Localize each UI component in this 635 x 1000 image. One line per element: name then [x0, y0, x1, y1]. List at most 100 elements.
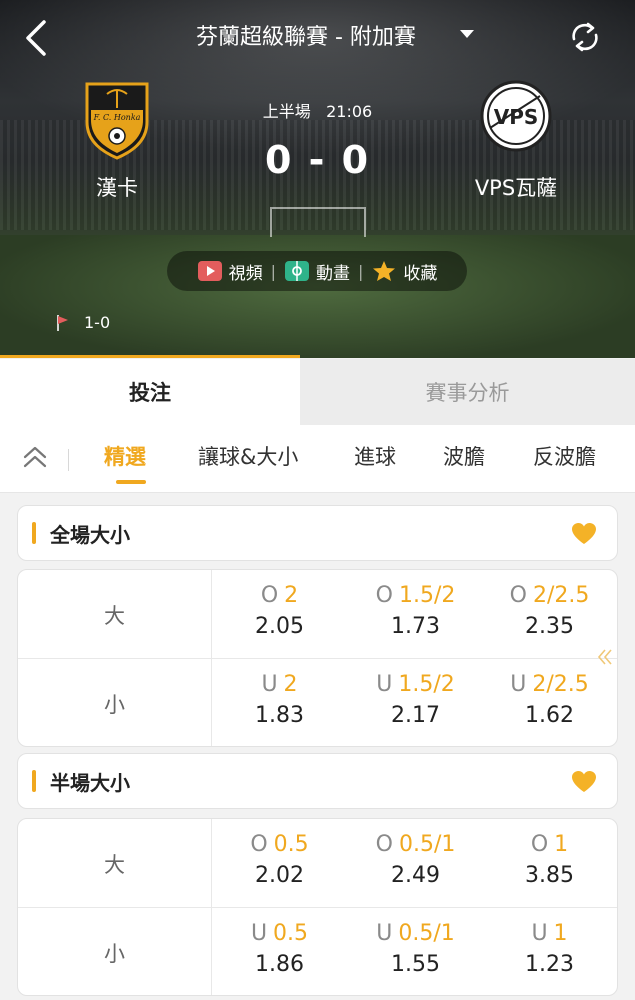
match-score: 0 - 0 — [264, 138, 371, 182]
back-button[interactable] — [20, 18, 54, 58]
favorite-button[interactable]: 收藏 — [363, 259, 445, 284]
section-header-halftime-totals[interactable]: 半場大小 — [17, 753, 618, 809]
tab-featured[interactable]: 精選 — [104, 441, 146, 471]
section-accent-bar — [32, 522, 36, 544]
animation-label: 動畫 — [316, 263, 350, 284]
odds-cell[interactable]: U 1.5/2 2.17 — [348, 669, 483, 731]
refresh-icon — [572, 22, 598, 52]
odds-line: 2/2.5 — [532, 672, 589, 697]
odds-row-under: 小 U2 1.83 U 1.5/2 2.17 U 2/2.5 1.62 — [18, 659, 617, 746]
active-tab-indicator — [0, 355, 300, 358]
home-crest-text: F. C. Honka — [93, 113, 141, 122]
odds-line: 2 — [283, 672, 298, 697]
match-actions-bar: 視頻 | 動畫 | 收藏 — [167, 251, 467, 291]
odds-cell[interactable]: U 0.5 1.86 — [212, 918, 347, 980]
chevron-left-icon — [26, 20, 46, 56]
home-team: F. C. Honka 漢卡 — [70, 78, 164, 202]
odds-side: U — [376, 672, 393, 697]
match-period: 上半場 — [262, 102, 311, 121]
main-tabs: 投注 賽事分析 — [0, 359, 635, 425]
odds-price: 1.83 — [255, 703, 304, 728]
home-team-crest: F. C. Honka — [85, 82, 149, 160]
away-crest-text: VPS — [494, 105, 539, 129]
tab-anti-correct-score[interactable]: 反波膽 — [533, 441, 596, 471]
row-label: 大 — [18, 819, 212, 908]
odds-side: O — [509, 583, 527, 608]
tab-betting[interactable]: 投注 — [0, 359, 300, 425]
row-label: 小 — [18, 659, 212, 746]
section-title: 全場大小 — [50, 522, 130, 547]
odds-line: 1 — [554, 832, 569, 857]
odds-side: O — [375, 583, 393, 608]
refresh-button[interactable] — [568, 20, 602, 54]
odds-price: 1.73 — [391, 614, 440, 639]
odds-cell[interactable]: O 1.5/2 1.73 — [348, 580, 483, 642]
odds-cell[interactable]: U1 1.23 — [482, 918, 617, 980]
odds-price: 2.05 — [255, 614, 304, 639]
league-title[interactable]: 芬蘭超級聯賽 - 附加賽 — [196, 20, 456, 56]
odds-price: 2.17 — [391, 703, 440, 728]
odds-row-over: 大 O2 2.05 O 1.5/2 1.73 O 2/2.5 2.35 — [18, 570, 617, 659]
corner-score: 1-0 — [84, 313, 111, 332]
star-icon — [373, 261, 396, 281]
corner-flag-icon — [57, 314, 68, 331]
market-tabs: 精選 讓球&大小 進球 波膽 反波膽 — [0, 425, 635, 493]
corner-count: 1-0 — [56, 313, 110, 332]
odds-table-fulltime-totals: 大 O2 2.05 O 1.5/2 1.73 O 2/2.5 2.35 小 U2 1… — [17, 569, 618, 747]
odds-cell[interactable]: U 2/2.5 1.62 — [482, 669, 617, 731]
video-button[interactable]: 視頻 — [189, 259, 271, 284]
match-status: 上半場 21:06 — [230, 98, 405, 122]
odds-cell[interactable]: O1 3.85 — [482, 829, 617, 891]
caret-down-icon[interactable] — [460, 30, 474, 38]
odds-cell[interactable]: U2 1.83 — [212, 669, 347, 731]
odds-side: U — [531, 921, 548, 946]
animation-button[interactable]: 動畫 — [276, 259, 358, 284]
section-title: 半場大小 — [50, 770, 130, 795]
tab-match-analysis[interactable]: 賽事分析 — [300, 359, 635, 425]
animation-icon — [285, 261, 309, 281]
odds-table-halftime-totals: 大 O 0.5 2.02 O 0.5/1 2.49 O1 3.85 小 U 0.5 1… — [17, 818, 618, 996]
match-clock: 21:06 — [326, 102, 373, 121]
odds-line: 1.5/2 — [398, 672, 455, 697]
odds-cell[interactable]: U 0.5/1 1.55 — [348, 918, 483, 980]
odds-line: 0.5 — [273, 921, 309, 946]
tab-goals[interactable]: 進球 — [354, 441, 396, 471]
odds-line: 0.5/1 — [398, 832, 456, 857]
collapse-button[interactable] — [22, 443, 48, 471]
heart-icon[interactable] — [571, 770, 597, 794]
away-team-name: VPS瓦薩 — [474, 176, 558, 200]
odds-cell[interactable]: O 2/2.5 2.35 — [482, 580, 617, 642]
tab-handicap-totals[interactable]: 讓球&大小 — [198, 441, 298, 471]
video-label: 視頻 — [228, 263, 263, 284]
odds-side: O — [375, 832, 393, 857]
tab-correct-score[interactable]: 波膽 — [443, 441, 485, 471]
goal-frame — [270, 207, 366, 237]
odds-cell[interactable]: O 0.5/1 2.49 — [348, 829, 483, 891]
odds-price: 1.23 — [525, 952, 574, 977]
odds-price: 1.62 — [525, 703, 574, 728]
odds-price: 1.55 — [391, 952, 440, 977]
section-header-fulltime-totals[interactable]: 全場大小 — [17, 505, 618, 561]
odds-price: 1.86 — [255, 952, 304, 977]
odds-cell[interactable]: O 0.5 2.02 — [212, 829, 347, 891]
odds-line: 1 — [553, 921, 568, 946]
away-team: VPS VPS瓦薩 — [458, 78, 574, 202]
odds-side: U — [376, 921, 393, 946]
odds-side: U — [261, 672, 278, 697]
home-team-name: 漢卡 — [96, 176, 138, 200]
odds-price: 2.02 — [255, 863, 304, 888]
odds-line: 2/2.5 — [532, 583, 590, 608]
odds-price: 2.35 — [525, 614, 574, 639]
away-team-crest: VPS — [480, 80, 552, 152]
video-icon — [197, 261, 222, 281]
odds-side: U — [250, 921, 268, 946]
double-chevron-up-icon — [23, 446, 47, 468]
odds-cell[interactable]: O2 2.05 — [212, 580, 347, 642]
odds-line: 1.5/2 — [398, 583, 456, 608]
heart-icon[interactable] — [571, 522, 597, 546]
odds-price: 3.85 — [525, 863, 574, 888]
odds-side: O — [260, 583, 279, 608]
odds-side: U — [510, 672, 527, 697]
odds-line: 0.5/1 — [398, 921, 455, 946]
double-chevron-left-icon[interactable] — [597, 648, 613, 666]
